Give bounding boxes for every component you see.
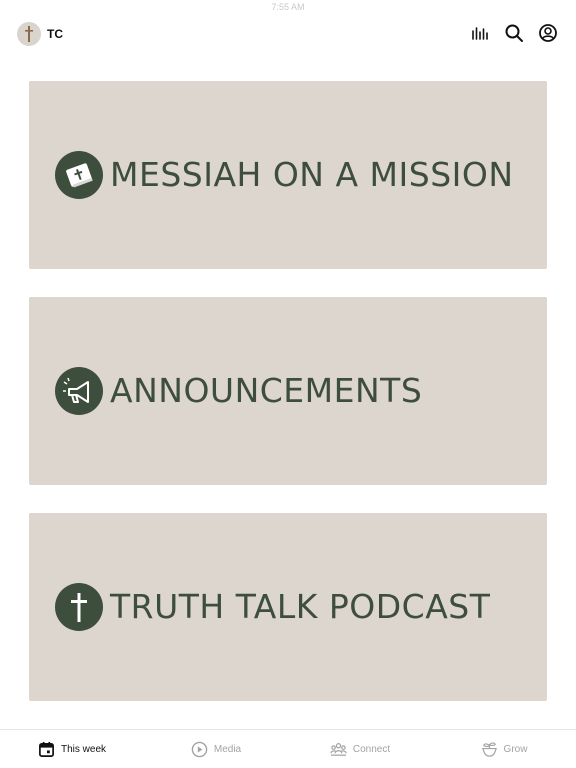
cross-icon — [55, 583, 103, 631]
app-header: TC — [0, 14, 576, 54]
card-messiah-on-a-mission[interactable]: MESSIAH ON A MISSION — [29, 81, 547, 269]
card-announcements[interactable]: ANNOUNCEMENTS — [29, 297, 547, 485]
tab-grow[interactable]: Grow — [432, 730, 576, 768]
card-title: MESSIAH ON A MISSION — [110, 155, 514, 194]
card-truth-talk-podcast[interactable]: TRUTH TALK PODCAST — [29, 513, 547, 701]
bible-icon — [55, 151, 103, 199]
content-feed: MESSIAH ON A MISSION ANNOUNCEMENTS TRUTH… — [29, 81, 547, 729]
card-title: TRUTH TALK PODCAST — [110, 587, 491, 626]
status-bar: 7:55 AM — [0, 0, 576, 14]
megaphone-icon — [55, 367, 103, 415]
people-icon — [330, 742, 347, 756]
tab-label: Connect — [352, 743, 391, 755]
bar-chart-icon[interactable] — [470, 23, 490, 43]
calendar-icon — [39, 741, 54, 757]
sprout-icon — [481, 741, 497, 757]
card-title: ANNOUNCEMENTS — [110, 371, 423, 410]
cross-logo-icon — [25, 26, 33, 42]
play-icon — [191, 741, 208, 757]
header-actions — [470, 23, 558, 43]
app-title: TC — [47, 27, 63, 41]
search-icon[interactable] — [504, 23, 524, 43]
tab-label: Media — [213, 743, 242, 755]
tab-this-week[interactable]: This week — [0, 730, 144, 768]
tab-label: This week — [60, 743, 106, 755]
church-logo-avatar[interactable] — [17, 22, 41, 46]
account-icon[interactable] — [538, 23, 558, 43]
status-time: 7:55 AM — [271, 2, 305, 12]
tab-media[interactable]: Media — [144, 730, 288, 768]
tab-label: Grow — [503, 743, 528, 755]
bottom-tab-bar: This week Media Connect Grow — [0, 729, 576, 768]
tab-connect[interactable]: Connect — [288, 730, 432, 768]
